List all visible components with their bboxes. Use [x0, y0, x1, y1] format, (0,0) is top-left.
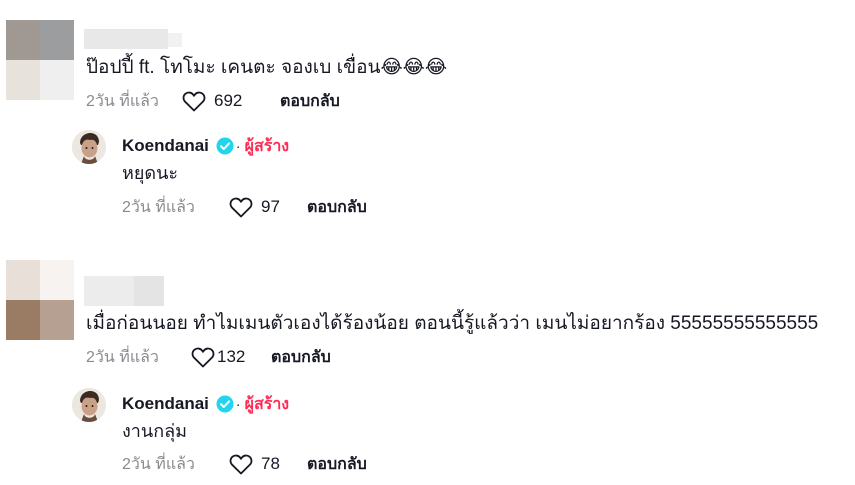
- reply-button[interactable]: ตอบกลับ: [307, 195, 367, 220]
- commenter-avatar[interactable]: [6, 260, 74, 340]
- like-count: 78: [261, 454, 280, 473]
- comment-meta: 2วัน ที่แล้ว 692 ตอบกลับ: [86, 89, 340, 113]
- author-name[interactable]: Koendanai: [122, 394, 209, 414]
- reply-date: 2วัน ที่แล้ว: [122, 455, 195, 473]
- author-name[interactable]: Koendanai: [122, 136, 209, 156]
- avatar-pixel: [6, 300, 40, 340]
- avatar-pixel: [40, 260, 74, 300]
- comment-date: 2วัน ที่แล้ว: [86, 348, 159, 366]
- reply-meta: 2วัน ที่แล้ว 97 ตอบกลับ: [122, 195, 367, 219]
- commenter-name-redacted[interactable]: [84, 276, 164, 306]
- reply-author-row: Koendanai · ผู้สร้าง: [122, 392, 289, 416]
- creator-avatar[interactable]: [72, 388, 106, 422]
- creator-badge: ผู้สร้าง: [244, 395, 290, 413]
- reply-text: หยุดนะ: [122, 163, 179, 183]
- heart-outline-icon[interactable]: [229, 453, 253, 475]
- avatar-pixel: [6, 20, 40, 60]
- creator-avatar[interactable]: [72, 130, 106, 164]
- reply-button[interactable]: ตอบกลับ: [271, 345, 331, 370]
- commenter-name-redacted[interactable]: [84, 29, 184, 49]
- creator-badge: ผู้สร้าง: [244, 137, 290, 155]
- heart-outline-icon[interactable]: [229, 196, 253, 218]
- heart-outline-icon[interactable]: [182, 90, 206, 112]
- reply-text: งานกลุ่ม: [122, 421, 187, 441]
- reply-author-row: Koendanai · ผู้สร้าง: [122, 134, 289, 158]
- avatar-pixel: [40, 20, 74, 60]
- like-count: 692: [214, 91, 243, 110]
- separator-dot: ·: [235, 138, 241, 154]
- comment-text: ป๊อปปี้ ft. โทโมะ เคนตะ จองเบ เขื่อน😂😂😂: [86, 57, 448, 78]
- separator-dot: ·: [235, 396, 241, 412]
- avatar-pixel: [6, 260, 40, 300]
- comment-text: เมื่อก่อนนอย ทำไมเมนตัวเองได้ร้องน้อย ตอ…: [86, 313, 819, 334]
- reply-meta: 2วัน ที่แล้ว 78 ตอบกลับ: [122, 452, 367, 476]
- like-count: 97: [261, 197, 280, 216]
- avatar-pixel: [40, 300, 74, 340]
- like-count: 132: [217, 347, 246, 366]
- avatar-pixel: [40, 60, 74, 100]
- comment-meta: 2วัน ที่แล้ว 132 ตอบกลับ: [86, 345, 331, 369]
- verified-check-icon: [216, 137, 234, 155]
- reply-button[interactable]: ตอบกลับ: [307, 452, 367, 477]
- avatar-pixel: [6, 60, 40, 100]
- commenter-avatar[interactable]: [6, 20, 74, 100]
- verified-check-icon: [216, 395, 234, 413]
- heart-outline-icon[interactable]: [191, 346, 215, 368]
- reply-date: 2วัน ที่แล้ว: [122, 198, 195, 216]
- comment-date: 2วัน ที่แล้ว: [86, 92, 159, 110]
- reply-button[interactable]: ตอบกลับ: [280, 89, 340, 114]
